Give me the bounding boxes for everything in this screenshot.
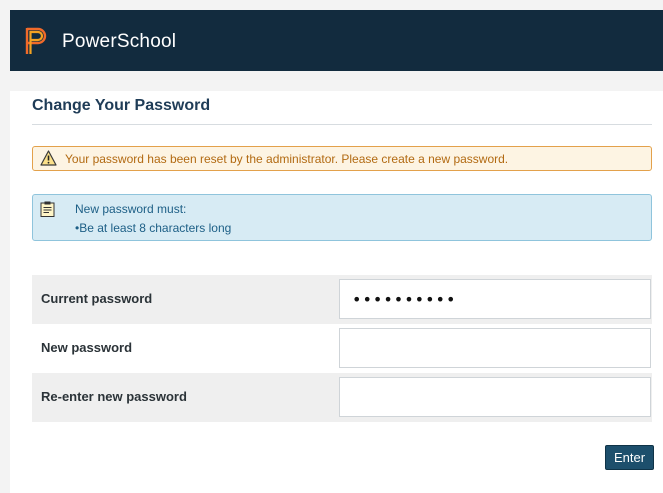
reenter-password-input[interactable]: [339, 377, 651, 417]
enter-button[interactable]: Enter: [605, 445, 654, 470]
password-form: Current password New password Re-enter n…: [32, 275, 652, 422]
warning-banner: Your password has been reset by the admi…: [32, 146, 652, 171]
rule-item: •Be at least 8 characters long: [75, 221, 232, 235]
warning-triangle-icon: [40, 150, 57, 166]
current-password-input[interactable]: [339, 279, 651, 319]
clipboard-note-icon: [40, 201, 55, 217]
reenter-password-row: Re-enter new password: [32, 373, 652, 422]
new-password-label: New password: [41, 340, 133, 355]
current-password-row: Current password: [32, 275, 652, 324]
powerschool-logo-icon: [25, 27, 47, 54]
app-header: PowerSchool: [10, 10, 663, 71]
warning-text: Your password has been reset by the admi…: [65, 152, 509, 166]
title-divider: [32, 124, 652, 125]
new-password-input[interactable]: [339, 328, 651, 368]
current-password-label: Current password: [41, 291, 153, 306]
new-password-row: New password: [32, 324, 652, 373]
page-title: Change Your Password: [32, 97, 211, 114]
reenter-password-label: Re-enter new password: [41, 389, 187, 404]
change-password-panel: Change Your Password Your password has b…: [10, 91, 663, 493]
rules-heading: New password must:: [75, 202, 187, 216]
brand-name: PowerSchool: [62, 31, 177, 52]
password-rules-box: New password must: •Be at least 8 charac…: [32, 194, 652, 241]
